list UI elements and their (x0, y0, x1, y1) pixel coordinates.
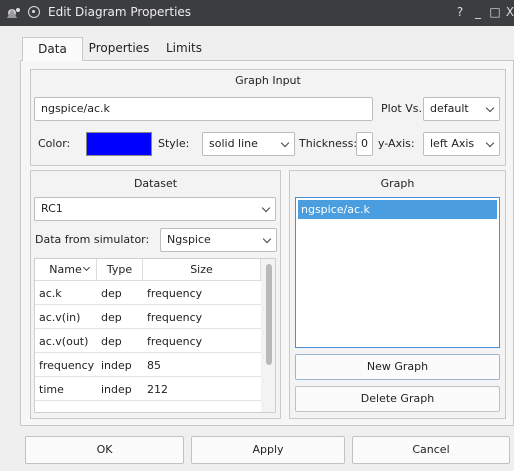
minimize-button[interactable]: _ (470, 4, 486, 20)
simulator-select[interactable]: Ngspice (160, 228, 277, 252)
pin-icon[interactable] (28, 6, 40, 18)
tab-data[interactable]: Data (22, 37, 83, 61)
cell-type: dep (101, 335, 122, 348)
style-label: Style: (158, 137, 190, 150)
line-style-select[interactable]: solid line (202, 132, 295, 156)
chevron-down-icon (262, 234, 272, 244)
cell-size: frequency (147, 287, 203, 300)
dataset-table: Name Type Size ac.k dep frequency ac.v(i… (34, 258, 276, 413)
yaxis-label: y-Axis: (378, 137, 415, 150)
scrollbar-thumb[interactable] (266, 264, 272, 365)
thickness-label: Thickness: (299, 137, 358, 150)
app-icon (7, 8, 20, 18)
ok-button[interactable]: OK (25, 436, 184, 464)
delete-graph-button[interactable]: Delete Graph (295, 386, 500, 412)
sort-chevron-icon (82, 263, 91, 272)
color-swatch-button[interactable] (86, 132, 152, 156)
table-row[interactable]: ac.k dep frequency (35, 282, 261, 305)
chevron-down-icon (280, 138, 290, 148)
window-title: Edit Diagram Properties (48, 5, 192, 19)
cell-type: dep (101, 311, 122, 324)
cell-name: time (39, 383, 64, 396)
maximize-button[interactable]: □ (487, 4, 503, 20)
close-button[interactable]: X (502, 4, 514, 20)
table-row[interactable]: time indep 212 (35, 378, 261, 401)
plot-vs-label: Plot Vs. (381, 102, 422, 115)
color-label: Color: (38, 137, 71, 150)
dataset-title: Dataset (133, 177, 178, 190)
graph-expression-input[interactable]: ngspice/ac.k (34, 97, 373, 121)
cell-type: indep (101, 383, 132, 396)
cell-type: indep (101, 359, 132, 372)
cell-size: frequency (147, 335, 203, 348)
table-row[interactable]: ac.v(in) dep frequency (35, 306, 261, 329)
table-row[interactable]: frequency indep 85 (35, 354, 261, 377)
graph-list-item[interactable]: ngspice/ac.k (298, 200, 497, 219)
column-header-type[interactable]: Type (97, 259, 143, 281)
help-button[interactable]: ? (452, 4, 468, 20)
plot-vs-select[interactable]: default (423, 97, 500, 121)
graph-list[interactable]: ngspice/ac.k (295, 197, 500, 348)
cell-size: 212 (147, 383, 168, 396)
yaxis-select[interactable]: left Axis (423, 132, 500, 156)
tab-limits[interactable]: Limits (155, 37, 213, 61)
graph-title: Graph (380, 177, 415, 190)
column-header-name[interactable]: Name (35, 259, 97, 281)
tab-properties[interactable]: Properties (84, 37, 154, 61)
graph-input-title: Graph Input (235, 74, 301, 87)
cell-name: ac.k (39, 287, 62, 300)
new-graph-button[interactable]: New Graph (295, 354, 500, 380)
table-row[interactable] (35, 402, 261, 412)
dataset-select[interactable]: RC1 (34, 197, 276, 221)
apply-button[interactable]: Apply (191, 436, 345, 464)
chevron-down-icon (485, 103, 495, 113)
thickness-input[interactable]: 0 (356, 132, 373, 156)
table-scrollbar[interactable] (261, 259, 275, 412)
table-row[interactable]: ac.v(out) dep frequency (35, 330, 261, 353)
title-bar: Edit Diagram Properties ? _ □ X (0, 0, 514, 26)
cell-name: ac.v(out) (39, 335, 89, 348)
cell-size: frequency (147, 311, 203, 324)
cell-type: dep (101, 287, 122, 300)
cell-name: frequency (39, 359, 95, 372)
simulator-label: Data from simulator: (35, 233, 150, 246)
cancel-button[interactable]: Cancel (352, 436, 510, 464)
chevron-down-icon (485, 138, 495, 148)
chevron-down-icon (261, 203, 271, 213)
cell-size: 85 (147, 359, 161, 372)
cell-name: ac.v(in) (39, 311, 81, 324)
column-header-size[interactable]: Size (143, 259, 261, 281)
